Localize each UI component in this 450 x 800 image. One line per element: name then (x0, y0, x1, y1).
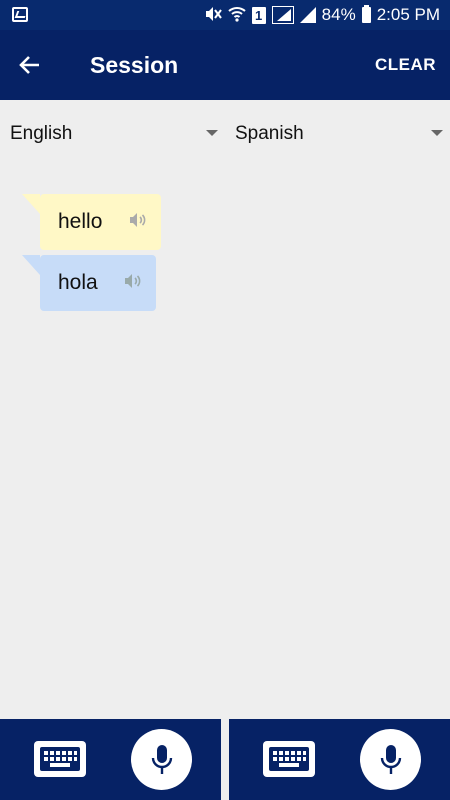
app-bar: Session CLEAR (0, 30, 450, 100)
microphone-button[interactable] (360, 729, 421, 790)
microphone-icon (380, 744, 401, 774)
keyboard-button[interactable] (263, 741, 315, 777)
signal-icon (299, 7, 316, 23)
clear-button[interactable]: CLEAR (375, 55, 436, 75)
message-text: hola (58, 271, 98, 294)
source-language-label: English (10, 123, 73, 144)
speaker-icon[interactable] (124, 273, 144, 293)
message-text: hello (58, 210, 103, 233)
battery-percent: 84% (321, 5, 356, 24)
arrow-left-icon (19, 56, 39, 74)
source-language-dropdown[interactable]: English (10, 122, 222, 146)
status-bar: 1 84% 2:05 PM (0, 0, 450, 30)
message-bubble-target[interactable]: hola (22, 255, 156, 311)
microphone-button[interactable] (131, 729, 192, 790)
keyboard-icon (40, 747, 80, 771)
wifi-icon (227, 5, 246, 26)
gallery-icon (12, 7, 28, 22)
keyboard-button[interactable] (34, 741, 86, 777)
speaker-icon[interactable] (129, 212, 149, 232)
microphone-icon (151, 744, 172, 774)
back-button[interactable] (10, 45, 50, 85)
source-input-panel (0, 719, 221, 800)
target-language-dropdown[interactable]: Spanish (235, 122, 445, 146)
status-time: 2:05 PM (376, 5, 440, 24)
message-bubble-source[interactable]: hello (22, 194, 161, 250)
mute-icon (204, 6, 222, 25)
sim-icon: 1 (251, 6, 266, 24)
target-input-panel (229, 719, 450, 800)
keyboard-icon (269, 747, 309, 771)
dropdown-arrow-icon (206, 130, 218, 136)
battery-icon (361, 5, 371, 23)
signal-icon (271, 6, 294, 24)
language-selector-row: English Spanish (0, 100, 450, 166)
dropdown-arrow-icon (431, 130, 443, 136)
page-title: Session (90, 52, 179, 78)
target-language-label: Spanish (235, 123, 304, 144)
status-icons: 1 84% 2:05 PM (204, 0, 440, 30)
